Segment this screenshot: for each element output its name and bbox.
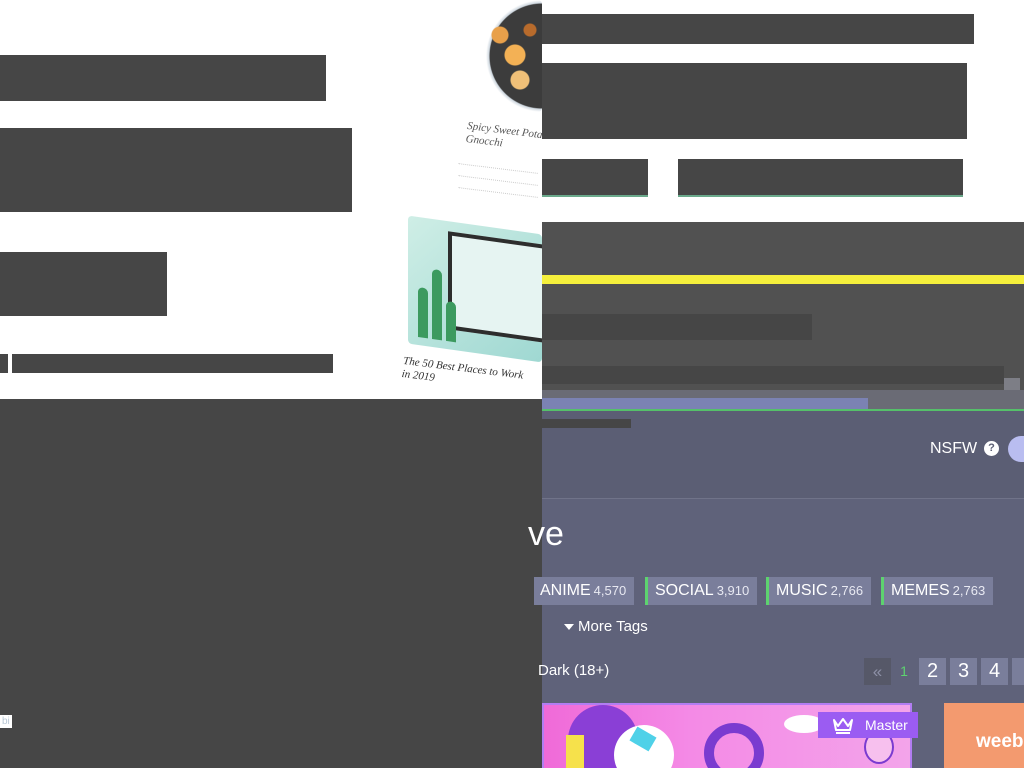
article-panel: Spicy Sweet Potato Gnocchi The 50 Best P…: [0, 0, 542, 399]
divider: [458, 175, 538, 186]
card-art: [566, 735, 584, 768]
tag-music[interactable]: MUSIC 2,766: [766, 577, 872, 605]
redacted-block: [542, 366, 1004, 384]
filter-label[interactable]: Dark (18+): [538, 662, 609, 679]
highlight-bar: [542, 275, 1024, 284]
crown-icon: [833, 718, 853, 734]
redacted-block: [0, 252, 167, 316]
gnocchi-image[interactable]: [480, 0, 542, 112]
nsfw-label: NSFW: [930, 440, 978, 457]
tag-label: MEMES: [891, 582, 950, 599]
tag-anime[interactable]: ANIME 4,570: [534, 577, 635, 605]
banner: [542, 222, 1024, 406]
badge-label: Master: [865, 717, 908, 733]
redacted-block: [0, 354, 8, 373]
pagination-page-3[interactable]: 3: [950, 658, 977, 685]
caret-down-icon: [564, 624, 574, 631]
divider: [458, 187, 538, 198]
redacted-block: [542, 419, 631, 428]
illustration-plant: [432, 268, 442, 341]
illustration-plant: [446, 300, 456, 343]
link-text[interactable]: bi: [0, 715, 12, 728]
tag-count: 2,763: [952, 583, 986, 598]
redacted-block: [678, 159, 963, 197]
pagination-page-1[interactable]: 1: [893, 658, 915, 685]
tag-count: 4,570: [593, 583, 627, 598]
office-image[interactable]: [408, 215, 542, 363]
pagination-page-2[interactable]: 2: [919, 658, 946, 685]
tag-label: MUSIC: [776, 582, 828, 599]
more-tags-label: More Tags: [578, 618, 648, 635]
card-art: [704, 723, 764, 768]
redacted-block: [12, 354, 333, 373]
tag-memes[interactable]: MEMES 2,763: [881, 577, 994, 605]
card-brand: weeb: [976, 731, 1024, 752]
illustration-room: [448, 231, 542, 346]
pagination-next[interactable]: [1012, 658, 1024, 685]
redacted-block: [542, 63, 967, 139]
redacted-block: [0, 55, 326, 101]
tag-count: 2,766: [830, 583, 864, 598]
header-area: [542, 0, 1024, 222]
tag-count: 3,910: [716, 583, 750, 598]
redacted-block: [542, 14, 974, 44]
redacted-block: [542, 314, 812, 340]
tag-label: SOCIAL: [655, 582, 714, 599]
card-caption[interactable]: Spicy Sweet Potato Gnocchi: [465, 120, 542, 158]
tag-label: ANIME: [540, 582, 591, 599]
card-caption[interactable]: The 50 Best Places to Work in 2019: [401, 355, 533, 397]
page-title: ve: [528, 515, 564, 553]
illustration-plant: [418, 286, 428, 339]
pagination-prev[interactable]: «: [864, 658, 891, 685]
redacted-block: [0, 128, 352, 212]
more-tags-button[interactable]: More Tags: [564, 618, 648, 635]
divider: [458, 163, 538, 174]
master-badge: Master: [818, 712, 918, 738]
server-card[interactable]: weeb: [944, 703, 1024, 768]
redacted-block: [0, 399, 542, 768]
pagination-page-4[interactable]: 4: [981, 658, 1008, 685]
help-icon[interactable]: ?: [984, 441, 999, 456]
tag-social[interactable]: SOCIAL 3,910: [645, 577, 758, 605]
redacted-block: [542, 159, 648, 197]
